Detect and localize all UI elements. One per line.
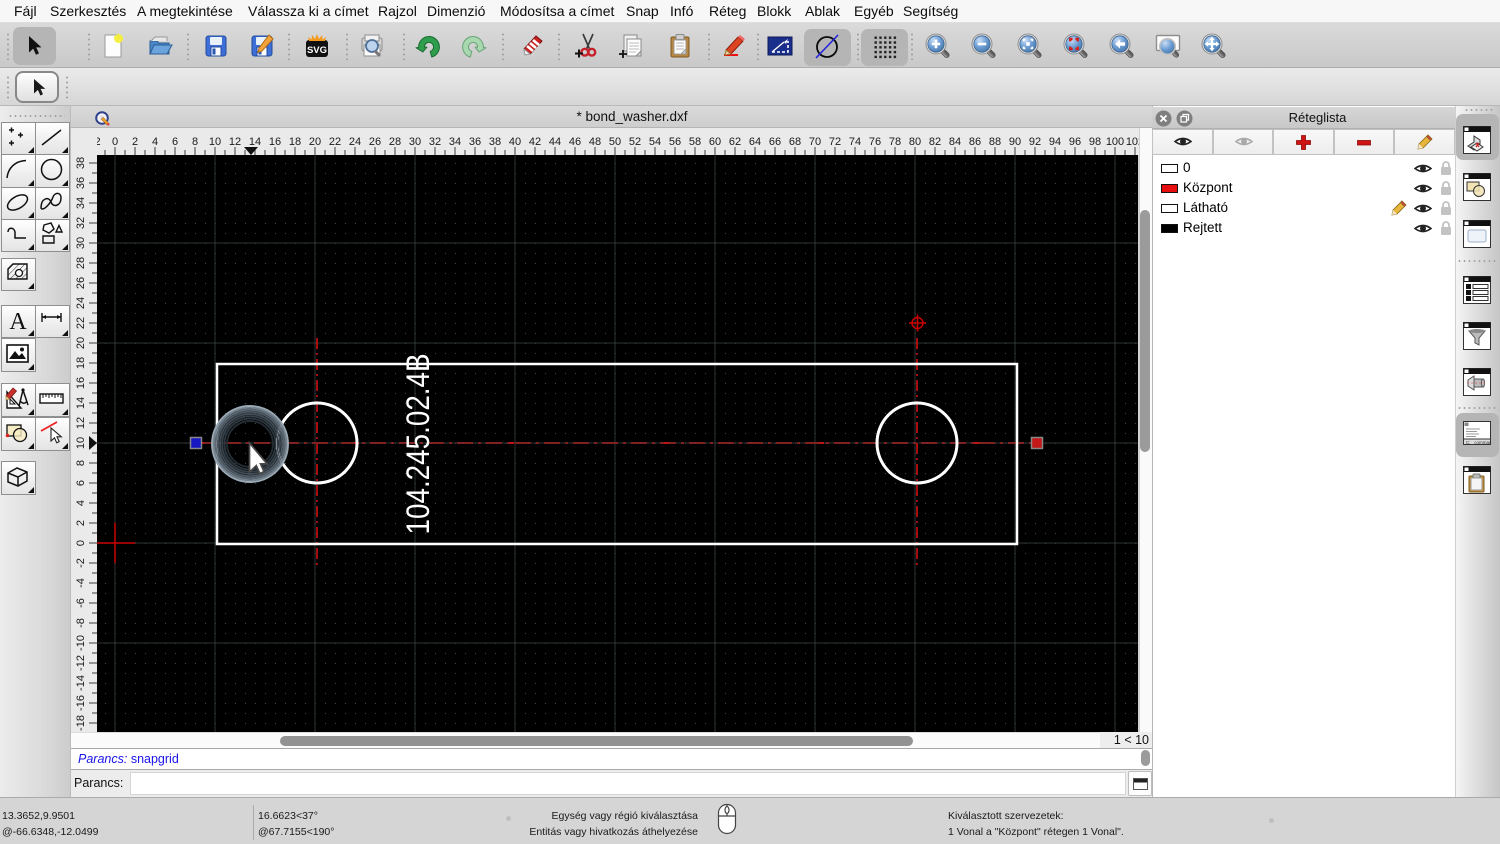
svg-text:38: 38: [75, 157, 87, 169]
svg-text:18: 18: [75, 357, 87, 369]
svg-text:SVG: SVG: [307, 45, 327, 56]
svg-text:32: 32: [429, 136, 441, 148]
svg-text:4: 4: [75, 500, 87, 506]
svg-text:58: 58: [689, 136, 701, 148]
svg-text:0: 0: [75, 540, 87, 546]
svg-text:10: 10: [209, 136, 221, 148]
svg-text:72: 72: [829, 136, 841, 148]
svg-text:44: 44: [549, 136, 561, 148]
svg-text:0: 0: [112, 136, 118, 148]
svg-text:12: 12: [229, 136, 241, 148]
svg-text:14: 14: [249, 136, 261, 148]
svg-text:82: 82: [929, 136, 941, 148]
svg-text:-16: -16: [75, 695, 87, 711]
svg-text:26: 26: [75, 277, 87, 289]
svg-text:56: 56: [669, 136, 681, 148]
svg-text:46: 46: [569, 136, 581, 148]
svg-text:28: 28: [75, 257, 87, 269]
svg-text:-2: -2: [75, 558, 87, 568]
svg-text:24: 24: [349, 136, 361, 148]
svg-text:30: 30: [409, 136, 421, 148]
svg-text:-18: -18: [75, 715, 87, 731]
svg-text:32: 32: [75, 217, 87, 229]
svg-text:22: 22: [329, 136, 341, 148]
svg-text:-6: -6: [75, 598, 87, 608]
svg-text:54: 54: [649, 136, 661, 148]
svg-text:-12: -12: [75, 655, 87, 671]
svg-text:-8: -8: [75, 618, 87, 628]
svg-text:68: 68: [789, 136, 801, 148]
svg-text:-14: -14: [75, 675, 87, 691]
svg-text:30: 30: [75, 237, 87, 249]
svg-text:98: 98: [1089, 136, 1101, 148]
svg-text:-10: -10: [75, 635, 87, 651]
svg-text:20: 20: [309, 136, 321, 148]
svg-text:8: 8: [75, 460, 87, 466]
svg-text:40: 40: [509, 136, 521, 148]
svg-text:14: 14: [75, 397, 87, 409]
svg-text:2: 2: [75, 520, 87, 526]
svg-text:20: 20: [75, 337, 87, 349]
svg-text:78: 78: [889, 136, 901, 148]
svg-text:38: 38: [489, 136, 501, 148]
svg-text:6: 6: [75, 480, 87, 486]
svg-text:80: 80: [909, 136, 921, 148]
svg-text:18: 18: [289, 136, 301, 148]
svg-text:66: 66: [769, 136, 781, 148]
svg-text:84: 84: [949, 136, 961, 148]
svg-text:52: 52: [629, 136, 641, 148]
svg-text:36: 36: [75, 177, 87, 189]
svg-text:62: 62: [729, 136, 741, 148]
svg-text:22: 22: [75, 317, 87, 329]
svg-text:88: 88: [989, 136, 1001, 148]
svg-text:A: A: [9, 309, 27, 334]
svg-text:34: 34: [449, 136, 461, 148]
svg-text:92: 92: [1029, 136, 1041, 148]
svg-text:48: 48: [589, 136, 601, 148]
svg-text:96: 96: [1069, 136, 1081, 148]
svg-text:70: 70: [809, 136, 821, 148]
svg-text:2: 2: [132, 136, 138, 148]
svg-text:C:_ command: C:_ command: [1466, 440, 1491, 445]
svg-text:34: 34: [75, 197, 87, 209]
svg-text:90: 90: [1009, 136, 1021, 148]
svg-text:42: 42: [529, 136, 541, 148]
svg-text:12: 12: [75, 417, 87, 429]
svg-text:8: 8: [192, 136, 198, 148]
svg-text:74: 74: [849, 136, 861, 148]
svg-text:86: 86: [969, 136, 981, 148]
svg-text:100: 100: [1106, 136, 1124, 148]
svg-text:36: 36: [469, 136, 481, 148]
svg-text:94: 94: [1049, 136, 1061, 148]
svg-text:16: 16: [75, 377, 87, 389]
svg-text:16: 16: [269, 136, 281, 148]
svg-text:24: 24: [75, 297, 87, 309]
svg-text:10: 10: [75, 437, 87, 449]
svg-text:2: 2: [97, 136, 101, 148]
svg-text:104.245.02.4B: 104.245.02.4B: [401, 353, 436, 534]
svg-text:6: 6: [172, 136, 178, 148]
svg-text:102: 102: [1126, 136, 1139, 148]
svg-text:28: 28: [389, 136, 401, 148]
svg-text:-4: -4: [75, 578, 87, 588]
svg-text:26: 26: [369, 136, 381, 148]
svg-text:76: 76: [869, 136, 881, 148]
svg-text:50: 50: [609, 136, 621, 148]
svg-text:4: 4: [152, 136, 158, 148]
svg-text:64: 64: [749, 136, 761, 148]
svg-text:60: 60: [709, 136, 721, 148]
